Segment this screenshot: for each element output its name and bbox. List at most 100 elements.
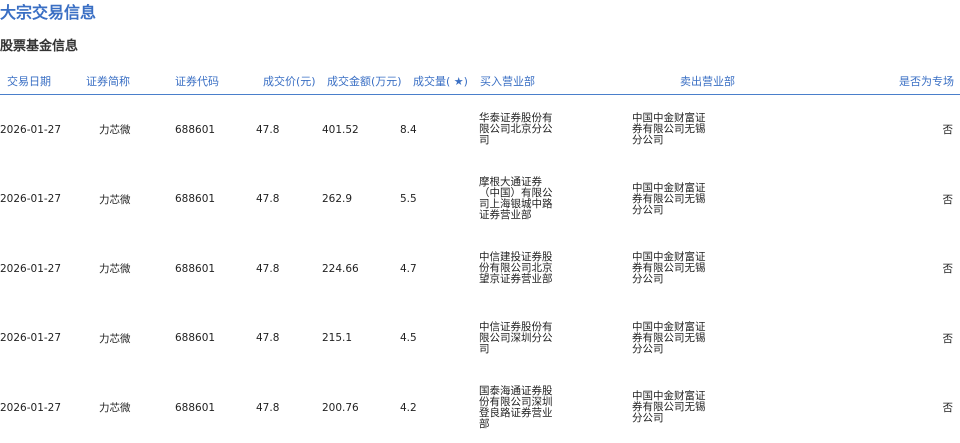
cell-special: 否: [900, 304, 954, 374]
cell-security-name: 力芯微: [99, 373, 139, 443]
cell-trade-date: 2026-01-27: [0, 95, 70, 165]
cell-sell-branch: 中国中金财富证券有限公司无锡分公司: [632, 165, 714, 235]
cell-amount: 401.52: [322, 95, 367, 165]
column-header-volume[interactable]: 成交量( ★): [413, 72, 468, 94]
cell-text: 2026-01-27: [0, 193, 62, 206]
table-header: 交易日期 证券简称 证券代码 成交价(元) 成交金额(万元) 成交量( ★) 买…: [0, 72, 960, 95]
cell-text: 力芯微: [99, 402, 131, 415]
cell-security-code: 688601: [175, 304, 220, 374]
cell-trade-date: 2026-01-27: [0, 165, 70, 235]
cell-amount: 200.76: [322, 373, 367, 443]
cell-text: 688601: [175, 123, 216, 136]
cell-volume: 4.7: [400, 234, 425, 304]
cell-security-code: 688601: [175, 95, 220, 165]
cell-sell-branch: 中国中金财富证券有限公司无锡分公司: [632, 373, 714, 443]
cell-text: 否: [942, 332, 954, 345]
cell-security-name: 力芯微: [99, 234, 139, 304]
cell-text: 47.8: [256, 262, 280, 275]
cell-security-code: 688601: [175, 165, 220, 235]
cell-text: 200.76: [322, 401, 359, 414]
cell-text: 华泰证券股份有限公司北京分公司: [479, 112, 553, 147]
cell-sell-branch: 中国中金财富证券有限公司无锡分公司: [632, 234, 714, 304]
column-header-sell-branch[interactable]: 卖出营业部: [680, 72, 735, 94]
column-header-trade-date[interactable]: 交易日期: [7, 72, 51, 94]
cell-trade-date: 2026-01-27: [0, 304, 70, 374]
cell-text: 224.66: [322, 262, 359, 275]
column-header-security-name[interactable]: 证券简称: [86, 72, 130, 94]
column-header-special[interactable]: 是否为专场: [899, 72, 954, 94]
cell-text: 2026-01-27: [0, 401, 62, 414]
cell-text: 4.7: [400, 262, 417, 275]
cell-text: 5.5: [400, 193, 417, 206]
cell-special: 否: [900, 373, 954, 443]
column-header-price[interactable]: 成交价(元): [263, 72, 316, 94]
cell-special: 否: [900, 234, 954, 304]
cell-text: 688601: [175, 262, 216, 275]
cell-volume: 5.5: [400, 165, 425, 235]
cell-text: 215.1: [322, 332, 353, 345]
column-header-security-code[interactable]: 证券代码: [175, 72, 219, 94]
cell-text: 2026-01-27: [0, 262, 62, 275]
cell-text: 688601: [175, 332, 216, 345]
table-row: 2026-01-27 力芯微 688601 47.8 200.76 4.2 国泰…: [0, 373, 960, 443]
cell-text: 262.9: [322, 193, 353, 206]
cell-amount: 262.9: [322, 165, 367, 235]
cell-text: 否: [942, 193, 954, 206]
cell-volume: 4.2: [400, 373, 425, 443]
cell-special: 否: [900, 165, 954, 235]
page-title: 大宗交易信息: [0, 3, 97, 22]
cell-text: 国泰海通证券股份有限公司深圳登良路证券营业部: [479, 384, 553, 430]
cell-text: 47.8: [256, 193, 280, 206]
cell-price: 47.8: [256, 304, 286, 374]
section-title: 股票基金信息: [0, 39, 79, 54]
cell-buy-branch: 华泰证券股份有限公司北京分公司: [479, 95, 561, 165]
table-row: 2026-01-27 力芯微 688601 47.8 224.66 4.7 中信…: [0, 234, 960, 304]
cell-security-name: 力芯微: [99, 165, 139, 235]
cell-text: 中信证券股份有限公司深圳分公司: [479, 320, 553, 355]
cell-trade-date: 2026-01-27: [0, 373, 70, 443]
cell-text: 47.8: [256, 332, 280, 345]
table-body: 2026-01-27 力芯微 688601 47.8 401.52 8.4 华泰…: [0, 95, 960, 443]
cell-security-name: 力芯微: [99, 304, 139, 374]
cell-text: 力芯微: [99, 124, 131, 137]
cell-text: 否: [942, 263, 954, 276]
table-row: 2026-01-27 力芯微 688601 47.8 401.52 8.4 华泰…: [0, 95, 960, 165]
cell-buy-branch: 中信建投证券股份有限公司北京望京证券营业部: [479, 234, 561, 304]
cell-text: 2026-01-27: [0, 332, 62, 345]
cell-sell-branch: 中国中金财富证券有限公司无锡分公司: [632, 304, 714, 374]
cell-text: 8.4: [400, 123, 417, 136]
cell-text: 4.5: [400, 332, 417, 345]
cell-text: 否: [942, 402, 954, 415]
column-header-amount[interactable]: 成交金额(万元): [327, 72, 402, 94]
cell-text: 力芯微: [99, 263, 131, 276]
cell-text: 中国中金财富证券有限公司无锡分公司: [632, 181, 706, 216]
table-row: 2026-01-27 力芯微 688601 47.8 262.9 5.5 摩根大…: [0, 165, 960, 235]
cell-text: 中国中金财富证券有限公司无锡分公司: [632, 390, 706, 425]
cell-price: 47.8: [256, 95, 286, 165]
cell-text: 中信建投证券股份有限公司北京望京证券营业部: [479, 251, 553, 286]
cell-trade-date: 2026-01-27: [0, 234, 70, 304]
cell-text: 401.52: [322, 123, 359, 136]
column-header-buy-branch[interactable]: 买入营业部: [480, 72, 535, 94]
cell-security-name: 力芯微: [99, 95, 139, 165]
cell-text: 4.2: [400, 401, 417, 414]
cell-price: 47.8: [256, 373, 286, 443]
cell-volume: 4.5: [400, 304, 425, 374]
cell-amount: 215.1: [322, 304, 367, 374]
cell-text: 否: [942, 124, 954, 137]
cell-text: 力芯微: [99, 193, 131, 206]
cell-text: 中国中金财富证券有限公司无锡分公司: [632, 251, 706, 286]
cell-text: 中国中金财富证券有限公司无锡分公司: [632, 320, 706, 355]
cell-buy-branch: 摩根大通证券（中国）有限公司上海银城中路证券营业部: [479, 165, 561, 235]
cell-special: 否: [900, 95, 954, 165]
cell-buy-branch: 中信证券股份有限公司深圳分公司: [479, 304, 561, 374]
cell-text: 47.8: [256, 401, 280, 414]
cell-buy-branch: 国泰海通证券股份有限公司深圳登良路证券营业部: [479, 373, 561, 443]
cell-text: 摩根大通证券（中国）有限公司上海银城中路证券营业部: [479, 176, 553, 222]
cell-volume: 8.4: [400, 95, 425, 165]
cell-price: 47.8: [256, 234, 286, 304]
page: 大宗交易信息 股票基金信息 交易日期 证券简称 证券代码 成交价(元) 成交金额…: [0, 0, 960, 443]
cell-security-code: 688601: [175, 234, 220, 304]
cell-text: 中国中金财富证券有限公司无锡分公司: [632, 112, 706, 147]
cell-price: 47.8: [256, 165, 286, 235]
